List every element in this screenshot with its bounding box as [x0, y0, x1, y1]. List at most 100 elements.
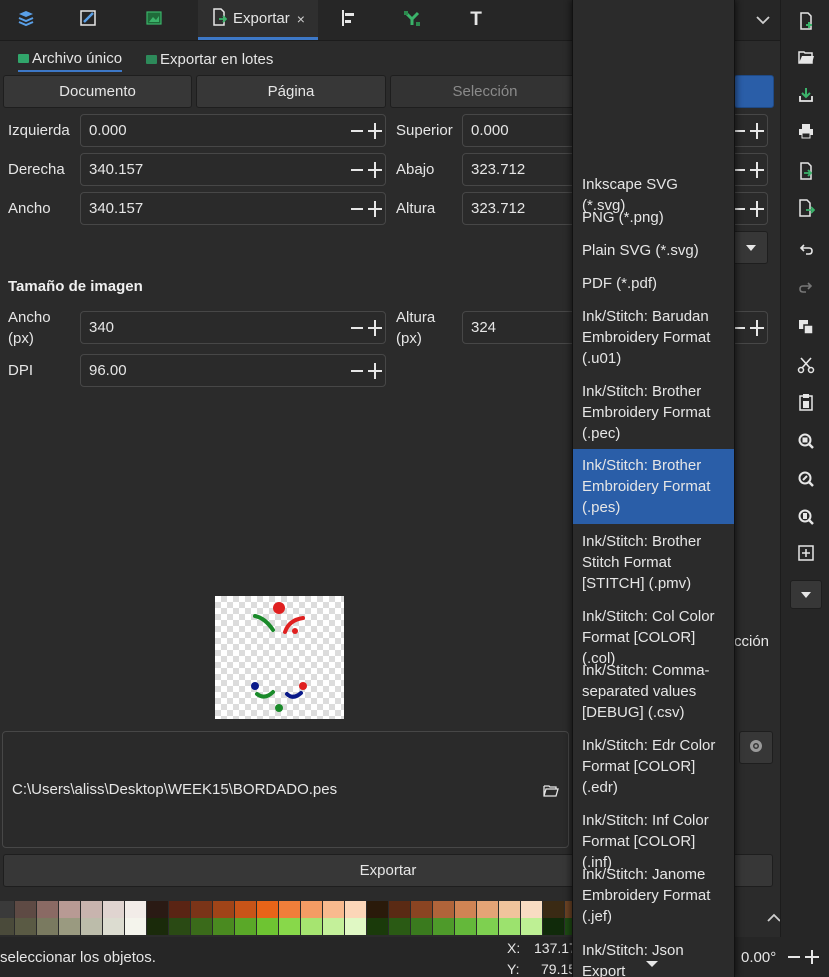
color-swatch[interactable] [279, 918, 300, 935]
format-option[interactable]: Plain SVG (*.svg) [573, 240, 734, 261]
color-swatch[interactable] [191, 901, 212, 918]
zoom-drawing-icon[interactable] [797, 470, 815, 488]
color-swatch[interactable] [389, 918, 410, 935]
format-option[interactable]: Ink/Stitch: Janome Embroidery Format (.j… [573, 864, 734, 927]
color-swatch[interactable] [81, 918, 102, 935]
color-swatch[interactable] [235, 901, 256, 918]
color-swatch[interactable] [345, 901, 366, 918]
tab-align[interactable] [330, 0, 366, 40]
format-option[interactable]: Ink/Stitch: Json Export [573, 940, 734, 977]
plus-icon[interactable] [368, 363, 382, 379]
image-width-field[interactable]: 340 [80, 311, 386, 344]
plus-icon[interactable] [750, 320, 764, 336]
new-document-icon[interactable] [797, 12, 815, 30]
zoom-page-icon[interactable] [797, 508, 815, 526]
color-swatch[interactable] [543, 918, 564, 935]
color-swatch[interactable] [169, 901, 190, 918]
plus-icon[interactable] [368, 162, 382, 178]
format-option[interactable]: Ink/Stitch: Edr Color Format [COLOR] (.e… [573, 735, 734, 798]
save-icon[interactable] [797, 86, 815, 104]
color-swatch[interactable] [0, 901, 14, 918]
format-option[interactable]: Ink/Stitch: Brother Embroidery Format (.… [573, 449, 734, 524]
tab-xml-editor[interactable] [394, 0, 430, 40]
tabs-overflow-button[interactable] [748, 0, 778, 40]
color-swatch[interactable] [37, 918, 58, 935]
color-swatch[interactable] [367, 901, 388, 918]
color-swatch[interactable] [257, 901, 278, 918]
tab-batch-export[interactable]: Exportar en lotes [146, 46, 273, 72]
color-swatch[interactable] [521, 918, 542, 935]
advanced-settings-button[interactable] [739, 731, 773, 764]
color-swatch[interactable] [411, 901, 432, 918]
color-swatch[interactable] [103, 918, 124, 935]
color-swatch[interactable] [279, 901, 300, 918]
more-commands-button[interactable] [790, 580, 822, 609]
print-icon[interactable] [797, 122, 815, 140]
color-swatch[interactable] [103, 901, 124, 918]
export-doc-icon[interactable] [797, 199, 816, 217]
paste-icon[interactable] [797, 393, 815, 411]
color-swatch[interactable] [411, 918, 432, 935]
dpi-field[interactable]: 96.00 [80, 354, 386, 387]
minus-icon[interactable] [351, 130, 363, 132]
color-swatch[interactable] [59, 901, 80, 918]
color-swatch[interactable] [257, 918, 278, 935]
format-option[interactable]: Ink/Stitch: Comma- separated values [DEB… [573, 660, 734, 723]
color-swatch[interactable] [147, 901, 168, 918]
import-icon[interactable] [797, 162, 815, 180]
right-field[interactable]: 340.157 [80, 153, 386, 186]
folder-open-icon[interactable] [543, 784, 559, 797]
palette-up-icon[interactable] [767, 910, 781, 927]
color-swatch[interactable] [455, 918, 476, 935]
tab-text[interactable]: T [458, 0, 494, 40]
color-swatch[interactable] [433, 901, 454, 918]
minus-icon[interactable] [351, 370, 363, 372]
filename-field[interactable]: C:\Users\aliss\Desktop\WEEK15\BORDADO.pe… [2, 731, 569, 848]
minus-icon[interactable] [351, 169, 363, 171]
tab-single-file[interactable]: Archivo único [18, 46, 123, 72]
rotate-plus-icon[interactable] [805, 950, 819, 964]
format-option[interactable]: Ink/Stitch: Brother Embroidery Format (.… [573, 381, 734, 444]
rotation-value[interactable]: 0.00° [741, 949, 776, 966]
custom-area-button[interactable] [734, 75, 774, 108]
color-swatch[interactable] [433, 918, 454, 935]
format-option[interactable]: PDF (*.pdf) [573, 273, 734, 294]
color-swatch[interactable] [499, 901, 520, 918]
copy-icon[interactable] [797, 318, 815, 336]
plus-icon[interactable] [368, 320, 382, 336]
color-swatch[interactable] [59, 918, 80, 935]
color-swatch[interactable] [477, 918, 498, 935]
color-swatch[interactable] [345, 918, 366, 935]
color-swatch[interactable] [213, 901, 234, 918]
color-swatch[interactable] [477, 901, 498, 918]
color-swatch[interactable] [15, 901, 36, 918]
zoom-center-icon[interactable] [797, 544, 815, 562]
color-swatch[interactable] [15, 918, 36, 935]
tab-export[interactable]: Exportar × [198, 0, 318, 40]
color-swatch[interactable] [37, 901, 58, 918]
format-option[interactable]: Ink/Stitch: Barudan Embroidery Format (.… [573, 306, 734, 369]
color-swatch[interactable] [301, 918, 322, 935]
document-button[interactable]: Documento [3, 75, 192, 108]
color-swatch[interactable] [191, 918, 212, 935]
color-swatch[interactable] [169, 918, 190, 935]
rotate-minus-icon[interactable] [788, 956, 800, 958]
minus-icon[interactable] [351, 208, 363, 210]
color-swatch[interactable] [499, 918, 520, 935]
scroll-down-icon[interactable] [646, 961, 658, 967]
color-swatch[interactable] [235, 918, 256, 935]
color-swatch[interactable] [81, 901, 102, 918]
selection-button[interactable]: Selección [390, 75, 580, 108]
format-option[interactable]: Ink/Stitch: Brother Stitch Format [STITC… [573, 531, 734, 594]
tab-fill-stroke[interactable] [70, 0, 106, 40]
color-swatch[interactable] [301, 901, 322, 918]
left-field[interactable]: 0.000 [80, 114, 386, 147]
color-swatch[interactable] [213, 918, 234, 935]
color-swatch[interactable] [367, 918, 388, 935]
width-field[interactable]: 340.157 [80, 192, 386, 225]
zoom-selection-icon[interactable] [797, 432, 815, 450]
color-swatch[interactable] [125, 918, 146, 935]
color-swatch[interactable] [389, 901, 410, 918]
color-swatch[interactable] [147, 918, 168, 935]
color-swatch[interactable] [323, 901, 344, 918]
